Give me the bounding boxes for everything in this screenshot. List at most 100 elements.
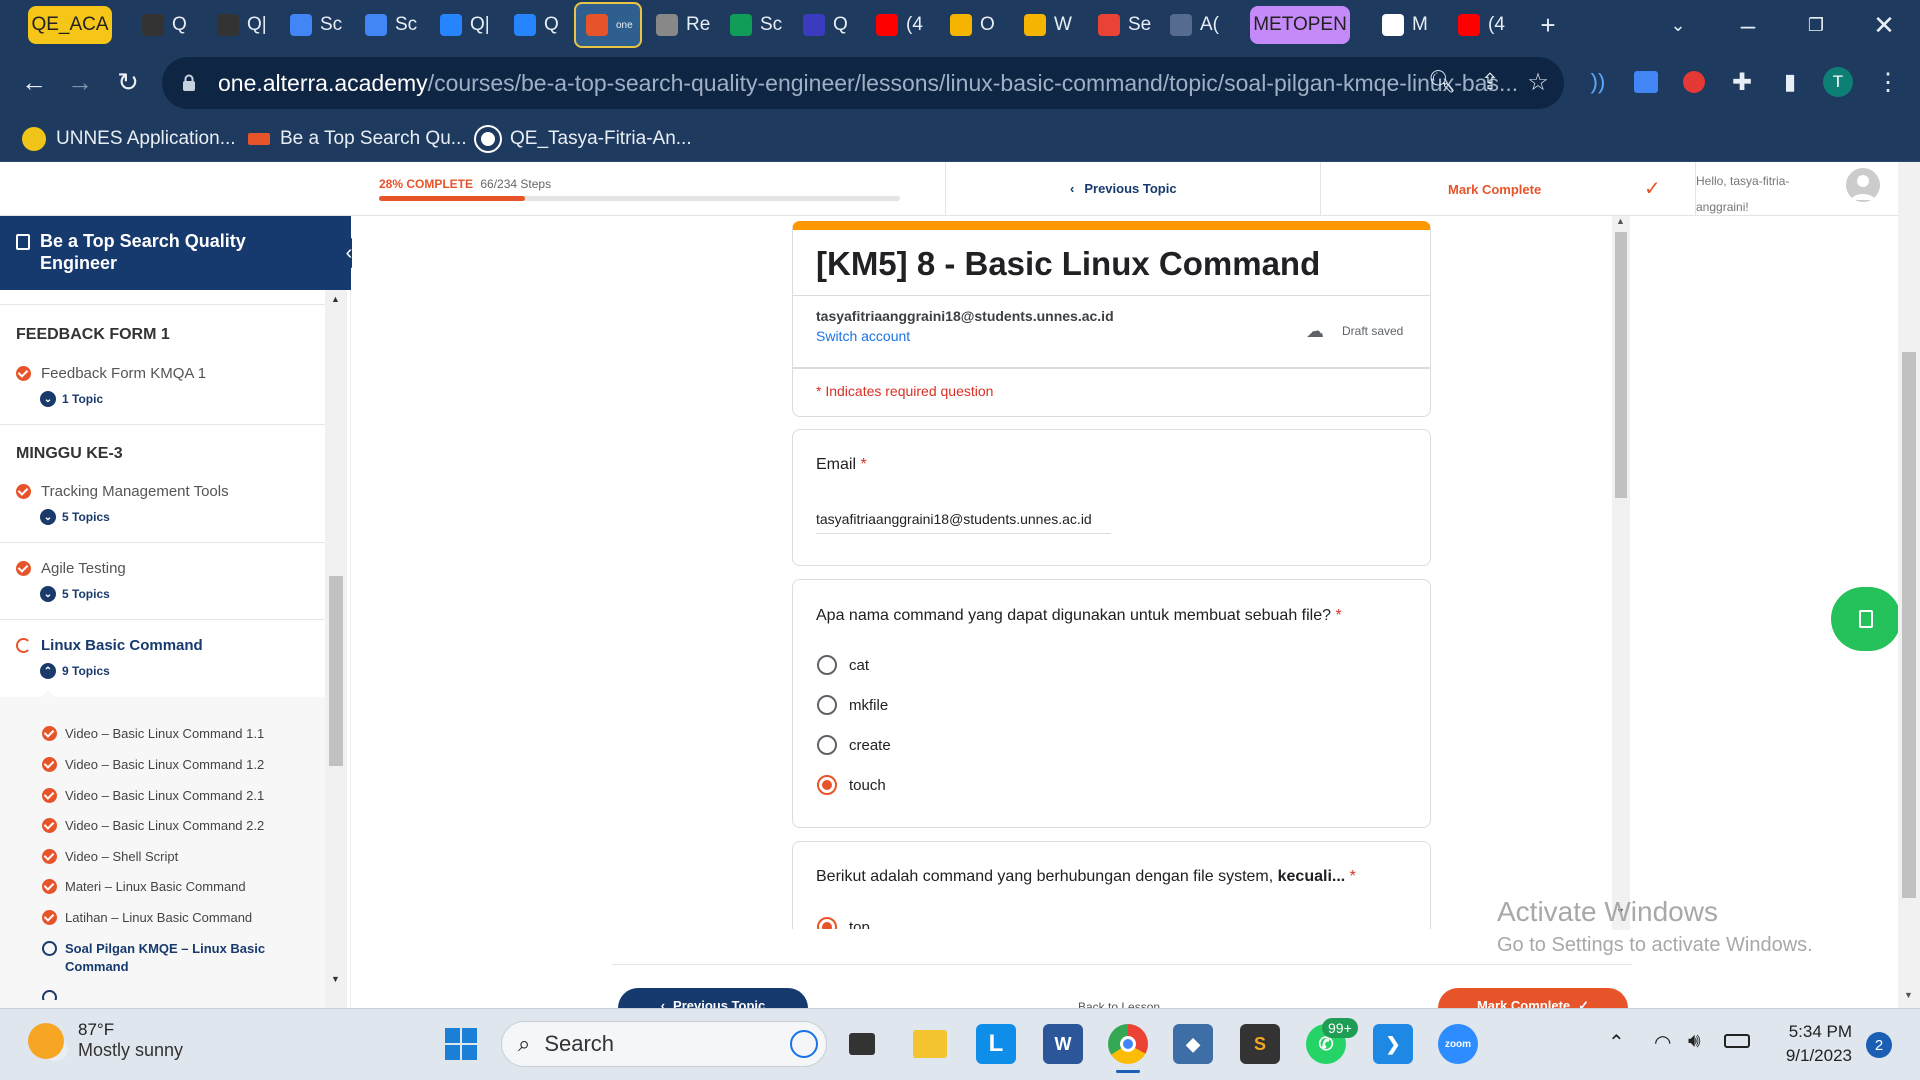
browser-tab[interactable]: (4 bbox=[1448, 6, 1508, 44]
volume-icon[interactable]: 🔊︎ bbox=[1688, 1030, 1701, 1053]
bookmark-item[interactable]: Be a Top Search Qu... bbox=[248, 124, 467, 154]
file-explorer-icon[interactable] bbox=[910, 1024, 950, 1064]
weather-widget[interactable]: 87°F Mostly sunny bbox=[28, 1020, 183, 1061]
clock[interactable]: 5:34 PM 9/1/2023 bbox=[1760, 1020, 1852, 1068]
chat-widget-button[interactable] bbox=[1831, 587, 1901, 651]
side-panel-icon[interactable]: ▮ bbox=[1768, 60, 1812, 104]
sublime-icon[interactable]: S bbox=[1240, 1024, 1280, 1064]
scroll-thumb[interactable] bbox=[329, 576, 343, 766]
subtopic-item[interactable]: Video – Basic Linux Command 2.1 bbox=[42, 787, 282, 805]
chrome-menu-icon[interactable]: ⋮ bbox=[1866, 60, 1910, 104]
forward-icon[interactable]: → bbox=[58, 60, 102, 104]
sidebar-scrollbar[interactable]: ▲ ▼ bbox=[325, 290, 347, 1008]
radio-option[interactable]: cat bbox=[817, 655, 869, 675]
browser-tab[interactable]: Sc bbox=[355, 6, 419, 44]
adblock-icon[interactable] bbox=[1672, 60, 1716, 104]
subtopic-item[interactable]: Video – Basic Linux Command 2.2 bbox=[42, 817, 282, 835]
bookmark-star-icon[interactable]: ☆ bbox=[1516, 60, 1560, 104]
radio-option[interactable]: create bbox=[817, 735, 891, 755]
browser-tab[interactable]: QE_ACA bbox=[28, 6, 112, 44]
minimize-button[interactable]: – bbox=[1726, 3, 1770, 47]
bottom-mark-complete-button[interactable]: Mark Complete ✓ bbox=[1438, 988, 1628, 1008]
wifi-icon[interactable]: ◠ bbox=[1654, 1030, 1671, 1055]
mark-complete-link[interactable]: Mark Complete bbox=[1448, 182, 1541, 197]
address-bar[interactable]: one.alterra.academy/courses/be-a-top-sea… bbox=[162, 57, 1564, 109]
browser-tab[interactable]: Q| bbox=[430, 6, 494, 44]
scroll-thumb[interactable] bbox=[1902, 352, 1916, 898]
browser-tab[interactable]: Q bbox=[504, 6, 568, 44]
translate-icon[interactable] bbox=[1624, 60, 1668, 104]
browser-tab[interactable]: M bbox=[1372, 6, 1436, 44]
sidebar-lesson[interactable]: Agile Testing bbox=[16, 560, 126, 577]
notification-center-badge[interactable]: 2 bbox=[1866, 1032, 1892, 1058]
radio-button-checked[interactable] bbox=[817, 917, 837, 929]
new-tab-button[interactable]: + bbox=[1526, 3, 1570, 47]
radio-button[interactable] bbox=[817, 695, 837, 715]
tab-search-icon[interactable]: ⌄ bbox=[1656, 3, 1700, 47]
word-icon[interactable]: W bbox=[1043, 1024, 1083, 1064]
sidebar-lesson-active[interactable]: Linux Basic Command bbox=[16, 637, 203, 654]
browser-tab[interactable]: O bbox=[940, 6, 1004, 44]
zoom-icon[interactable]: zoom bbox=[1438, 1024, 1478, 1064]
close-window-button[interactable]: ✕ bbox=[1862, 3, 1906, 47]
bottom-previous-button[interactable]: ‹ Previous Topic bbox=[618, 988, 808, 1008]
browser-tab[interactable]: Sc bbox=[280, 6, 344, 44]
browser-tab[interactable]: Sc bbox=[720, 6, 784, 44]
share-icon[interactable]: ⇪ bbox=[1468, 60, 1512, 104]
l-app-icon[interactable]: L bbox=[976, 1024, 1016, 1064]
close-tab-icon[interactable]: ✕ bbox=[641, 14, 642, 37]
topic-count-toggle[interactable]: ⌄ 5 Topics bbox=[40, 509, 110, 525]
scroll-up-arrow[interactable]: ▲ bbox=[1616, 216, 1625, 226]
form-scrollbar[interactable]: ▲ ▼ bbox=[1612, 216, 1630, 930]
subtopic-item-current[interactable]: Soal Pilgan KMQE – Linux Basic Command bbox=[42, 940, 282, 976]
battery-icon[interactable] bbox=[1724, 1034, 1750, 1048]
taskbar-search-box[interactable]: ⌕ Search bbox=[501, 1021, 827, 1067]
start-icon[interactable] bbox=[441, 1024, 481, 1064]
browser-tab[interactable]: Q bbox=[793, 6, 857, 44]
browser-tab[interactable]: W bbox=[1014, 6, 1078, 44]
chrome-icon[interactable] bbox=[1108, 1024, 1148, 1064]
scroll-thumb[interactable] bbox=[1615, 232, 1627, 498]
radio-option-selected[interactable]: top bbox=[817, 917, 870, 929]
profile-avatar[interactable]: T bbox=[1816, 60, 1860, 104]
scroll-down-arrow[interactable]: ▼ bbox=[331, 974, 340, 984]
browser-tab[interactable]: Re bbox=[646, 6, 710, 44]
bookmark-item[interactable]: UNNES Application... bbox=[22, 124, 236, 154]
sidebar-lesson[interactable]: Feedback Form KMQA 1 bbox=[16, 365, 206, 382]
browser-tab[interactable]: Q bbox=[132, 6, 196, 44]
show-hidden-icons[interactable]: ⌃ bbox=[1608, 1030, 1625, 1055]
topic-count-toggle[interactable]: ⌃ 9 Topics bbox=[40, 663, 110, 679]
email-input[interactable]: tasyafitriaanggraini18@students.unnes.ac… bbox=[816, 511, 1111, 534]
back-icon[interactable]: ← bbox=[12, 60, 56, 104]
browser-tab[interactable]: METOPEN bbox=[1250, 6, 1350, 44]
browser-tab-active[interactable]: one✕ bbox=[574, 2, 642, 48]
subtopic-item[interactable]: Video – Basic Linux Command 1.2 bbox=[42, 756, 282, 774]
browser-tab[interactable]: A( bbox=[1160, 6, 1224, 44]
sidebar-lesson[interactable]: Tracking Management Tools bbox=[16, 483, 229, 500]
bookmark-item[interactable]: QE_Tasya-Fitria-An... bbox=[474, 124, 692, 154]
vscode-icon[interactable]: ❯ bbox=[1373, 1024, 1413, 1064]
subtopic-item[interactable]: Video – Shell Script bbox=[42, 848, 282, 866]
subtopic-item[interactable]: Materi – Linux Basic Command bbox=[42, 878, 282, 896]
topic-count-toggle[interactable]: ⌄ 5 Topics bbox=[40, 586, 110, 602]
radio-option-selected[interactable]: touch bbox=[817, 775, 886, 795]
subtopic-item-partial[interactable] bbox=[42, 990, 282, 1000]
browser-tab[interactable]: (4 bbox=[866, 6, 930, 44]
previous-topic-link[interactable]: ‹ Previous Topic bbox=[1070, 181, 1177, 196]
radio-button[interactable] bbox=[817, 655, 837, 675]
browser-tab[interactable]: Q| bbox=[207, 6, 271, 44]
restore-button[interactable]: ❐ bbox=[1794, 3, 1838, 47]
reload-icon[interactable]: ↻ bbox=[106, 60, 150, 104]
topic-count-toggle[interactable]: ⌄ 1 Topic bbox=[40, 391, 103, 407]
extensions-icon[interactable]: ✚ bbox=[1720, 60, 1764, 104]
scroll-down-arrow[interactable]: ▼ bbox=[1904, 990, 1913, 1000]
radio-button[interactable] bbox=[817, 735, 837, 755]
task-view-icon[interactable] bbox=[842, 1024, 882, 1064]
radio-option[interactable]: mkfile bbox=[817, 695, 888, 715]
switch-account-link[interactable]: Switch account bbox=[816, 328, 910, 344]
user-avatar-icon[interactable] bbox=[1846, 168, 1880, 202]
scroll-up-arrow[interactable]: ▲ bbox=[331, 294, 340, 304]
virtualbox-icon[interactable]: ◆ bbox=[1173, 1024, 1213, 1064]
radio-button-checked[interactable] bbox=[817, 775, 837, 795]
subtopic-item[interactable]: Video – Basic Linux Command 1.1 bbox=[42, 725, 282, 743]
